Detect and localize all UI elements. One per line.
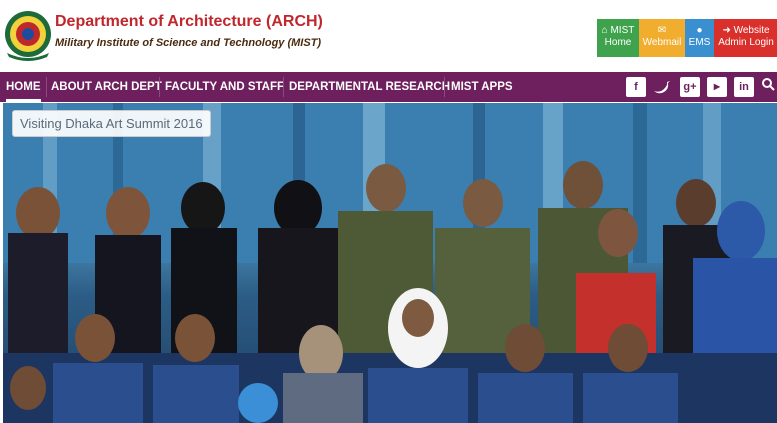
main-nav: HOME ABOUT ARCH DEPT FACULTY AND STAFF D… <box>0 72 777 102</box>
group-photo <box>3 103 777 423</box>
nav-divider <box>444 77 445 97</box>
nav-home[interactable]: HOME <box>6 72 41 102</box>
nav-divider <box>159 77 160 97</box>
facebook-icon[interactable]: f <box>626 77 646 97</box>
twitter-icon[interactable] <box>652 77 672 97</box>
ems-button[interactable]: ● EMS <box>685 19 714 57</box>
search-icon[interactable] <box>758 77 777 97</box>
mist-home-button[interactable]: ⌂ MIST Home <box>597 19 639 57</box>
institute-name: Military Institute of Science and Techno… <box>55 37 322 49</box>
linkedin-icon[interactable]: in <box>734 77 754 97</box>
nav-faculty[interactable]: FACULTY AND STAFF <box>165 72 284 102</box>
signin-icon: ➜ Website <box>722 25 770 36</box>
hero-slider[interactable]: Visiting Dhaka Art Summit 2016 <box>3 103 777 423</box>
department-title[interactable]: Department of Architecture (ARCH) <box>55 13 323 31</box>
nav-apps[interactable]: MIST APPS <box>451 72 513 102</box>
webmail-button[interactable]: ✉ Webmail <box>639 19 685 57</box>
home-icon: ⌂ MIST <box>601 25 635 36</box>
user-icon: ● <box>696 25 703 36</box>
nav-about[interactable]: ABOUT ARCH DEPT <box>51 72 162 102</box>
quick-links: ⌂ MIST Home ✉ Webmail ● EMS ➜ Website Ad… <box>597 19 777 57</box>
site-header: Department of Architecture (ARCH) Milita… <box>0 0 777 72</box>
mail-icon: ✉ <box>657 25 667 36</box>
slide-caption[interactable]: Visiting Dhaka Art Summit 2016 <box>12 110 211 137</box>
nav-divider <box>283 77 284 97</box>
youtube-icon[interactable]: ▶ <box>707 77 727 97</box>
nav-divider <box>46 77 47 97</box>
google-plus-icon[interactable]: g+ <box>680 77 700 97</box>
mist-logo[interactable] <box>3 9 53 61</box>
admin-login-button[interactable]: ➜ Website Admin Login <box>714 19 777 57</box>
nav-research[interactable]: DEPARTMENTAL RESEARCH <box>289 72 450 102</box>
